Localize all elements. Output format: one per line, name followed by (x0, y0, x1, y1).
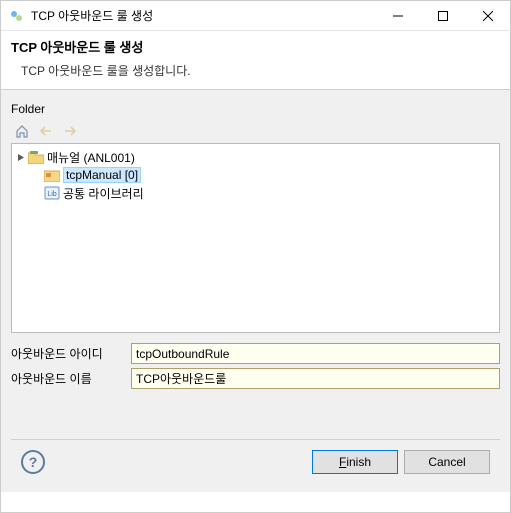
banner-title: TCP 아웃바운드 룰 생성 (11, 37, 500, 56)
tree-item-label: tcpManual [0] (63, 167, 141, 183)
folder-toolbar (11, 119, 500, 143)
app-icon (9, 8, 25, 24)
tree-child-item[interactable]: tcpManual [0] (14, 166, 497, 184)
tree-child-item[interactable]: Lib 공통 라이브러리 (14, 184, 497, 202)
project-folder-icon (28, 149, 44, 165)
outbound-id-label: 아웃바운드 아이디 (11, 345, 131, 362)
back-arrow-icon[interactable] (37, 122, 55, 140)
outbound-id-input[interactable] (131, 343, 500, 364)
help-button[interactable]: ? (21, 450, 45, 474)
home-icon[interactable] (13, 122, 31, 140)
form-row-name: 아웃바운드 이름 (11, 368, 500, 389)
folder-special-icon (44, 167, 60, 183)
cancel-button[interactable]: Cancel (404, 450, 490, 474)
outbound-name-input[interactable] (131, 368, 500, 389)
close-button[interactable] (465, 1, 510, 31)
tree-item-label: 매뉴얼 (ANL001) (47, 149, 135, 166)
divider (11, 439, 500, 440)
tree-root-item[interactable]: 매뉴얼 (ANL001) (14, 148, 497, 166)
main-content: Folder 매뉴얼 (ANL001) tcpManual [0] (1, 90, 510, 492)
finish-button[interactable]: Finish (312, 450, 398, 474)
folder-tree[interactable]: 매뉴얼 (ANL001) tcpManual [0] Lib 공통 라이브러리 (11, 143, 500, 333)
form-row-id: 아웃바운드 아이디 (11, 343, 500, 364)
dialog-footer: ? Finish Cancel (11, 450, 500, 484)
library-icon: Lib (44, 185, 60, 201)
maximize-button[interactable] (420, 1, 465, 31)
help-icon: ? (29, 454, 38, 470)
window-title: TCP 아웃바운드 룰 생성 (31, 7, 375, 24)
form: 아웃바운드 아이디 아웃바운드 이름 (11, 343, 500, 389)
outbound-name-label: 아웃바운드 이름 (11, 370, 131, 387)
tree-item-label: 공통 라이브러리 (63, 185, 144, 202)
finish-label-rest: inish (346, 455, 371, 469)
cancel-label: Cancel (428, 455, 465, 469)
banner-description: TCP 아웃바운드 룰을 생성합니다. (21, 62, 500, 79)
svg-text:Lib: Lib (47, 191, 56, 198)
forward-arrow-icon[interactable] (61, 122, 79, 140)
folder-label: Folder (11, 102, 500, 116)
minimize-button[interactable] (375, 1, 420, 31)
expander-icon[interactable] (14, 153, 28, 162)
title-bar: TCP 아웃바운드 룰 생성 (1, 1, 510, 31)
wizard-banner: TCP 아웃바운드 룰 생성 TCP 아웃바운드 룰을 생성합니다. (1, 31, 510, 90)
